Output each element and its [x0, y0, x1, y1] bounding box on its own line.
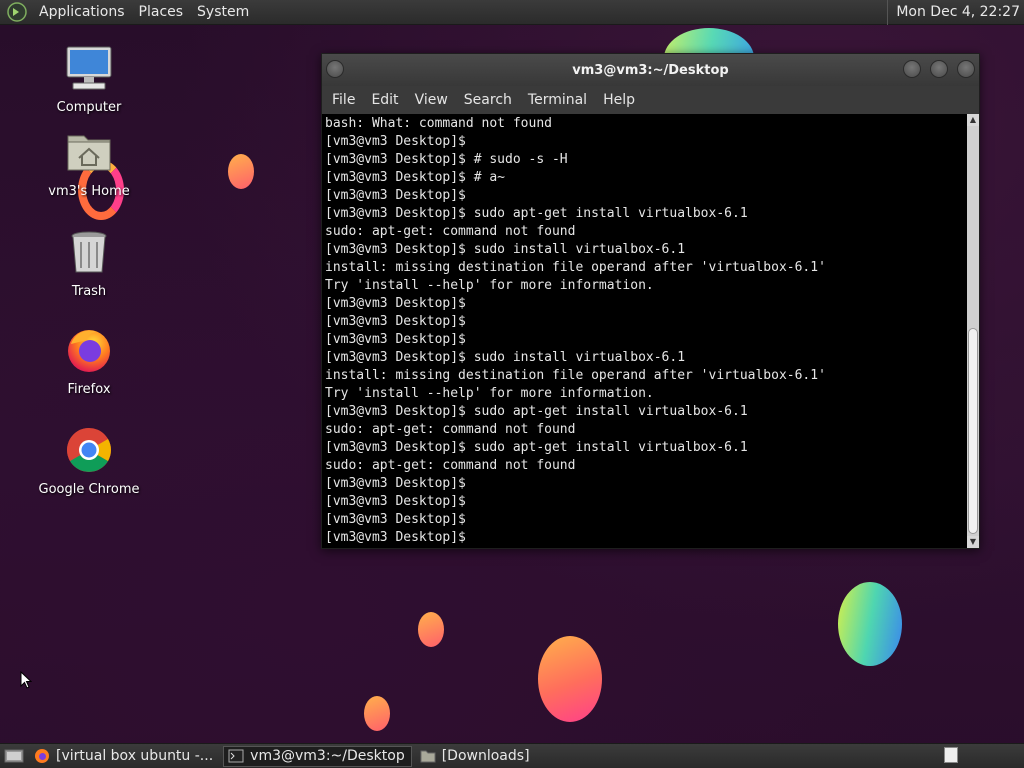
terminal-line: [vm3@vm3 Desktop]$: [325, 530, 466, 545]
scroll-up-arrow-icon[interactable]: ▲: [967, 114, 979, 126]
desktop-icon-chrome[interactable]: Google Chrome: [24, 426, 154, 497]
terminal-line: [vm3@vm3 Desktop]$: [325, 296, 466, 311]
terminal-window[interactable]: vm3@vm3:~/Desktop File Edit View Search …: [321, 53, 980, 549]
terminal-line: install: missing destination file operan…: [325, 260, 826, 275]
wallpaper-blob: [228, 154, 254, 189]
scrollbar-thumb[interactable]: [968, 328, 978, 534]
top-panel: Applications Places System Mon Dec 4, 22…: [0, 0, 1024, 25]
terminal-line: [vm3@vm3 Desktop]$: [325, 332, 466, 347]
firefox-icon: [35, 749, 49, 763]
window-title: vm3@vm3:~/Desktop: [572, 62, 729, 78]
terminal-line: bash: What: command not found: [325, 116, 552, 131]
menu-edit[interactable]: Edit: [363, 92, 406, 108]
terminal-line: [vm3@vm3 Desktop]$ sudo install virtualb…: [325, 350, 686, 365]
terminal-icon: [228, 749, 244, 763]
taskbar-item-downloads[interactable]: [Downloads]: [416, 746, 536, 767]
window-title-bar[interactable]: vm3@vm3:~/Desktop: [322, 54, 979, 86]
folder-icon: [420, 750, 436, 763]
terminal-line: [vm3@vm3 Desktop]$ sudo install virtualb…: [325, 242, 686, 257]
desktop-icon-label: Firefox: [67, 382, 111, 397]
home-folder-icon: [67, 135, 111, 171]
menu-file[interactable]: File: [324, 92, 363, 108]
terminal-line: [vm3@vm3 Desktop]$: [325, 188, 466, 203]
trash-icon: [71, 231, 107, 273]
bottom-panel: [virtual box ubuntu -... vm3@vm3:~/Deskt…: [0, 743, 1024, 768]
distro-logo-icon[interactable]: [6, 1, 28, 23]
menu-help[interactable]: Help: [595, 92, 643, 108]
system-menu[interactable]: System: [190, 0, 256, 25]
terminal-menu-bar: File Edit View Search Terminal Help: [322, 86, 979, 114]
close-button[interactable]: [957, 60, 975, 78]
menu-terminal[interactable]: Terminal: [520, 92, 595, 108]
terminal-line: [vm3@vm3 Desktop]$: [325, 512, 466, 527]
wallpaper-blob: [838, 582, 902, 666]
firefox-icon: [68, 330, 110, 372]
terminal-line: [vm3@vm3 Desktop]$: [325, 134, 466, 149]
desktop-icon-home[interactable]: vm3's Home: [24, 128, 154, 199]
terminal-line: [vm3@vm3 Desktop]$ # a~: [325, 170, 506, 185]
wallpaper-blob: [418, 612, 444, 647]
computer-icon: [66, 46, 112, 90]
desktop-icon-firefox[interactable]: Firefox: [24, 326, 154, 397]
taskbar-item-terminal[interactable]: vm3@vm3:~/Desktop: [223, 745, 412, 767]
desktop-icon-label: Google Chrome: [38, 482, 140, 497]
desktop-icon-label: Trash: [71, 284, 107, 299]
desktop-icon-computer[interactable]: Computer: [24, 44, 154, 115]
minimize-button[interactable]: [903, 60, 921, 78]
menu-view[interactable]: View: [407, 92, 456, 108]
show-desktop-icon[interactable]: [4, 748, 24, 764]
terminal-line: sudo: apt-get: command not found: [325, 458, 576, 473]
terminal-line: [vm3@vm3 Desktop]$: [325, 476, 466, 491]
terminal-line: Try 'install --help' for more informatio…: [325, 386, 654, 401]
terminal-output[interactable]: bash: What: command not found [vm3@vm3 De…: [322, 114, 967, 548]
clock[interactable]: Mon Dec 4, 22:27: [887, 0, 1020, 25]
wallpaper-blob: [364, 696, 390, 731]
terminal-line: [vm3@vm3 Desktop]$: [325, 314, 466, 329]
maximize-button[interactable]: [930, 60, 948, 78]
terminal-line: [vm3@vm3 Desktop]$ # sudo -s -H: [325, 152, 568, 167]
terminal-line: [vm3@vm3 Desktop]$ sudo apt-get install …: [325, 404, 748, 419]
taskbar-item-label: vm3@vm3:~/Desktop: [250, 748, 405, 764]
taskbar-item-browser[interactable]: [virtual box ubuntu -...: [30, 746, 219, 767]
vertical-scrollbar[interactable]: ▲ ▼: [967, 114, 979, 548]
terminal-line: [vm3@vm3 Desktop]$: [325, 494, 466, 509]
terminal-line: sudo: apt-get: command not found: [325, 422, 576, 437]
taskbar-item-label: [virtual box ubuntu -...: [56, 748, 214, 764]
places-menu[interactable]: Places: [132, 0, 191, 25]
terminal-line: [vm3@vm3 Desktop]$ sudo apt-get install …: [325, 206, 748, 221]
terminal-line: [vm3@vm3 Desktop]$ sudo apt-get install …: [325, 440, 748, 455]
menu-search[interactable]: Search: [456, 92, 520, 108]
desktop-icon-trash[interactable]: Trash: [24, 228, 154, 299]
workspace-switcher[interactable]: [944, 747, 958, 763]
terminal-line: install: missing destination file operan…: [325, 368, 826, 383]
mouse-pointer-icon: [20, 671, 32, 689]
desktop-icon-label: Computer: [56, 100, 122, 115]
terminal-line: Try 'install --help' for more informatio…: [325, 278, 654, 293]
taskbar-item-label: [Downloads]: [441, 748, 530, 764]
window-menu-button[interactable]: [326, 60, 344, 78]
terminal-line: sudo: apt-get: command not found: [325, 224, 576, 239]
wallpaper-blob: [538, 636, 602, 722]
applications-menu[interactable]: Applications: [32, 0, 132, 25]
scroll-down-arrow-icon[interactable]: ▼: [967, 536, 979, 548]
chrome-icon: [67, 428, 111, 472]
desktop-icon-label: vm3's Home: [48, 184, 130, 199]
